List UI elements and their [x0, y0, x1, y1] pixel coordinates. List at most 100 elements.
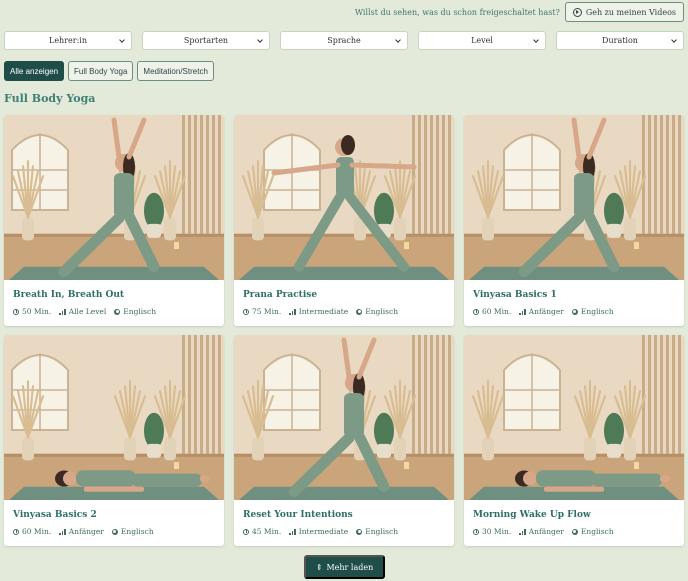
chevron-down-icon [671, 37, 677, 43]
language-text: Englisch [365, 307, 399, 316]
duration: 45 Min. [243, 527, 281, 536]
language: Englisch [571, 527, 614, 536]
level-bars-icon [289, 308, 296, 315]
duration: 60 Min. [13, 527, 51, 536]
filter-teacher-label: Lehrer:in [49, 36, 87, 45]
level: Anfänger [519, 527, 564, 536]
chevron-down-icon [119, 37, 125, 43]
filter-level-label: Level [471, 36, 493, 45]
video-card[interactable]: Breath In, Breath Out 50 Min. Alle Level… [4, 115, 224, 326]
video-thumbnail[interactable] [464, 335, 684, 500]
video-meta: 30 Min. Anfänger Englisch [473, 527, 675, 536]
video-title[interactable]: Vinyasa Basics 2 [13, 510, 215, 520]
video-title[interactable]: Reset Your Intentions [243, 510, 445, 520]
duration: 75 Min. [243, 307, 281, 316]
filter-level[interactable]: Level [418, 31, 546, 50]
filter-sport[interactable]: Sportarten [142, 31, 270, 50]
video-card[interactable]: Vinyasa Basics 1 60 Min. Anfänger Englis… [464, 115, 684, 326]
level-bars-icon [519, 308, 526, 315]
video-card-body: Reset Your Intentions 45 Min. Intermedia… [234, 500, 454, 536]
clock-icon [13, 308, 19, 315]
video-card[interactable]: Prana Practise 75 Min. Intermediate Engl… [234, 115, 454, 326]
video-card[interactable]: Morning Wake Up Flow 30 Min. Anfänger En… [464, 335, 684, 546]
video-card[interactable]: Reset Your Intentions 45 Min. Intermedia… [234, 335, 454, 546]
video-thumbnail[interactable] [464, 115, 684, 280]
filter-language[interactable]: Sprache [280, 31, 408, 50]
filter-duration-label: Duration [602, 36, 638, 45]
video-thumbnail[interactable] [4, 335, 224, 500]
video-title[interactable]: Morning Wake Up Flow [473, 510, 675, 520]
level-bars-icon [59, 528, 66, 535]
clock-icon [473, 528, 479, 535]
clock-icon [243, 308, 249, 315]
chip-all[interactable]: Alle anzeigen [4, 61, 65, 81]
level-bars-icon [59, 308, 66, 315]
video-card-body: Vinyasa Basics 1 60 Min. Anfänger Englis… [464, 280, 684, 316]
level-text: Intermediate [298, 307, 349, 316]
language-text: Englisch [580, 527, 614, 536]
video-thumbnail[interactable] [4, 115, 224, 280]
level-text: Alle Level [68, 307, 107, 316]
yoga-thumbnail-image [4, 335, 224, 500]
level: Anfänger [59, 527, 104, 536]
video-meta: 60 Min. Anfänger Englisch [13, 527, 215, 536]
globe-icon [571, 308, 578, 315]
language: Englisch [114, 307, 156, 316]
my-videos-button[interactable]: Geh zu meinen Videos [564, 2, 684, 22]
duration-text: 30 Min. [482, 527, 512, 536]
clock-icon [13, 528, 19, 535]
duration-text: 60 Min. [482, 307, 512, 316]
load-more-button[interactable]: ⇕ Mehr laden [304, 555, 385, 579]
video-thumbnail[interactable] [234, 115, 454, 280]
yoga-thumbnail-image [4, 115, 224, 280]
duration-text: 75 Min. [252, 307, 282, 316]
language: Englisch [356, 527, 398, 536]
chip-full-body-yoga[interactable]: Full Body Yoga [68, 61, 134, 81]
duration: 30 Min. [473, 527, 511, 536]
section-title: Full Body Yoga [4, 92, 96, 105]
level-text: Anfänger [528, 307, 564, 316]
chip-meditation-stretch[interactable]: Meditation/Stretch [137, 61, 214, 81]
video-meta: 50 Min. Alle Level Englisch [13, 307, 215, 316]
globe-icon [114, 308, 121, 315]
level-bars-icon [289, 528, 296, 535]
duration-text: 45 Min. [252, 527, 282, 536]
video-meta: 75 Min. Intermediate Englisch [243, 307, 445, 316]
arrows-updown-icon: ⇕ [315, 562, 323, 572]
video-title[interactable]: Breath In, Breath Out [13, 290, 215, 300]
video-card-body: Prana Practise 75 Min. Intermediate Engl… [234, 280, 454, 316]
yoga-thumbnail-image [464, 335, 684, 500]
filter-duration[interactable]: Duration [556, 31, 684, 50]
level-text: Anfänger [68, 527, 104, 536]
duration: 50 Min. [13, 307, 51, 316]
play-circle-icon [572, 7, 582, 17]
unlocked-hint: Willst du sehen, was du schon freigescha… [354, 7, 560, 17]
level: Alle Level [59, 307, 106, 316]
video-card[interactable]: Vinyasa Basics 2 60 Min. Anfänger Englis… [4, 335, 224, 546]
filter-bar: Lehrer:in Sportarten Sprache Level Durat… [4, 31, 684, 50]
header-bar: Willst du sehen, was du schon freigescha… [355, 2, 684, 22]
language: Englisch [111, 527, 154, 536]
filter-teacher[interactable]: Lehrer:in [4, 31, 132, 50]
filter-sport-label: Sportarten [183, 36, 229, 45]
clock-icon [243, 528, 249, 535]
level-text: Intermediate [298, 527, 349, 536]
filter-language-label: Sprache [327, 36, 361, 45]
language-text: Englisch [120, 527, 154, 536]
level: Intermediate [289, 307, 348, 316]
chevron-down-icon [533, 37, 539, 43]
language: Englisch [571, 307, 614, 316]
video-card-body: Morning Wake Up Flow 30 Min. Anfänger En… [464, 500, 684, 536]
globe-icon [571, 528, 578, 535]
video-title[interactable]: Vinyasa Basics 1 [473, 290, 675, 300]
video-card-body: Vinyasa Basics 2 60 Min. Anfänger Englis… [4, 500, 224, 536]
video-thumbnail[interactable] [234, 335, 454, 500]
globe-icon [356, 528, 363, 535]
chevron-down-icon [257, 37, 263, 43]
video-title[interactable]: Prana Practise [243, 290, 445, 300]
yoga-thumbnail-image [234, 335, 454, 500]
chevron-down-icon [395, 37, 401, 43]
duration: 60 Min. [473, 307, 511, 316]
clock-icon [473, 308, 479, 315]
duration-text: 60 Min. [22, 527, 52, 536]
